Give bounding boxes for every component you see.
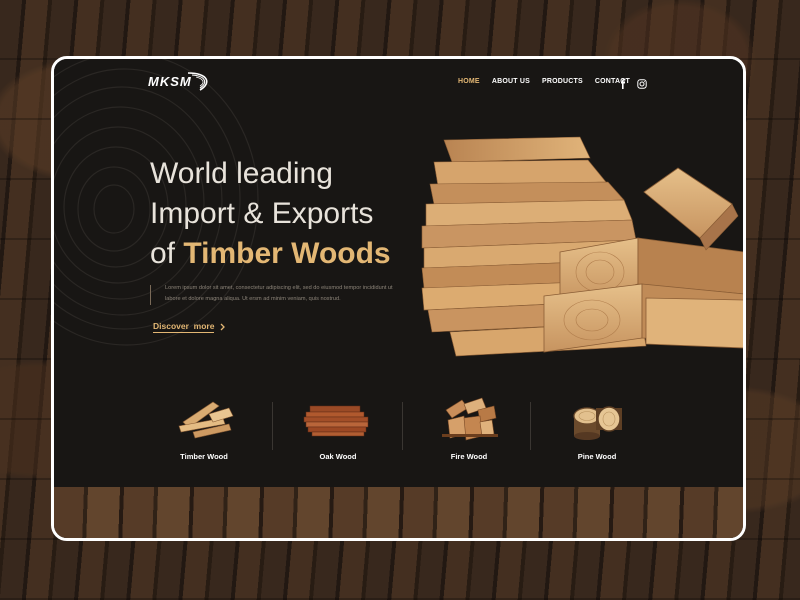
category-timber-wood[interactable]: Timber Wood [154,394,254,469]
description-line-2: labore et dolore magna aliqua. Ut ersm a… [165,296,341,302]
headline-highlight: Timber Woods [183,237,391,270]
headline-line-3: of Timber Woods [150,234,391,274]
category-list: Timber Wood Oak Wood Fire Wood Pine Wood [144,394,664,469]
category-label: Oak Wood [319,452,357,461]
category-divider [272,402,273,450]
category-fire-wood[interactable]: Fire Wood [419,394,519,469]
main-nav: HOME ABOUT US PRODUCTS CONTACT [458,78,642,85]
oak-wood-icon [303,405,369,437]
headline-line-2: Import & Exports [150,197,374,230]
footer-wood-strip [54,487,743,538]
timber-wood-icon [178,401,234,439]
category-label: Pine Wood [577,452,617,461]
hero-description: Lorem ipsum dolor sit amet, consectetur … [150,283,400,305]
instagram-icon[interactable] [637,76,647,89]
category-divider [530,402,531,450]
pine-wood-icon [573,406,622,440]
category-oak-wood[interactable]: Oak Wood [288,394,388,469]
hero-headline: World leading Import & Exports of Timber… [150,154,391,274]
chevron-right-icon [220,323,226,331]
description-accent-bar [150,285,151,305]
social-links [618,76,647,89]
category-label: Fire Wood [450,452,488,461]
nav-item-products[interactable]: PRODUCTS [542,78,583,85]
facebook-icon[interactable] [618,76,628,89]
headline-line-1: World leading [150,157,333,190]
website-mockup-card: MKSM HOME ABOUT US PRODUCTS CONTACT Worl… [51,56,746,541]
logo-text: MKSM [148,74,192,89]
nav-item-about-us[interactable]: ABOUT US [492,78,530,85]
timber-stack-image [421,136,743,357]
category-label: Timber Wood [180,452,228,461]
headline-line-3-prefix: of [150,237,184,270]
category-divider [402,402,403,450]
description-line-1: Lorem ipsum dolor sit amet, consectetur … [165,285,393,291]
discover-more-label: Discover more [153,321,215,333]
category-pine-wood[interactable]: Pine Wood [547,394,647,469]
nav-item-home[interactable]: HOME [458,78,480,85]
discover-more-link[interactable]: Discover more [153,321,226,333]
fire-wood-icon [442,397,498,441]
brand-logo[interactable]: MKSM [148,71,212,91]
hero-section: MKSM HOME ABOUT US PRODUCTS CONTACT Worl… [54,59,743,487]
